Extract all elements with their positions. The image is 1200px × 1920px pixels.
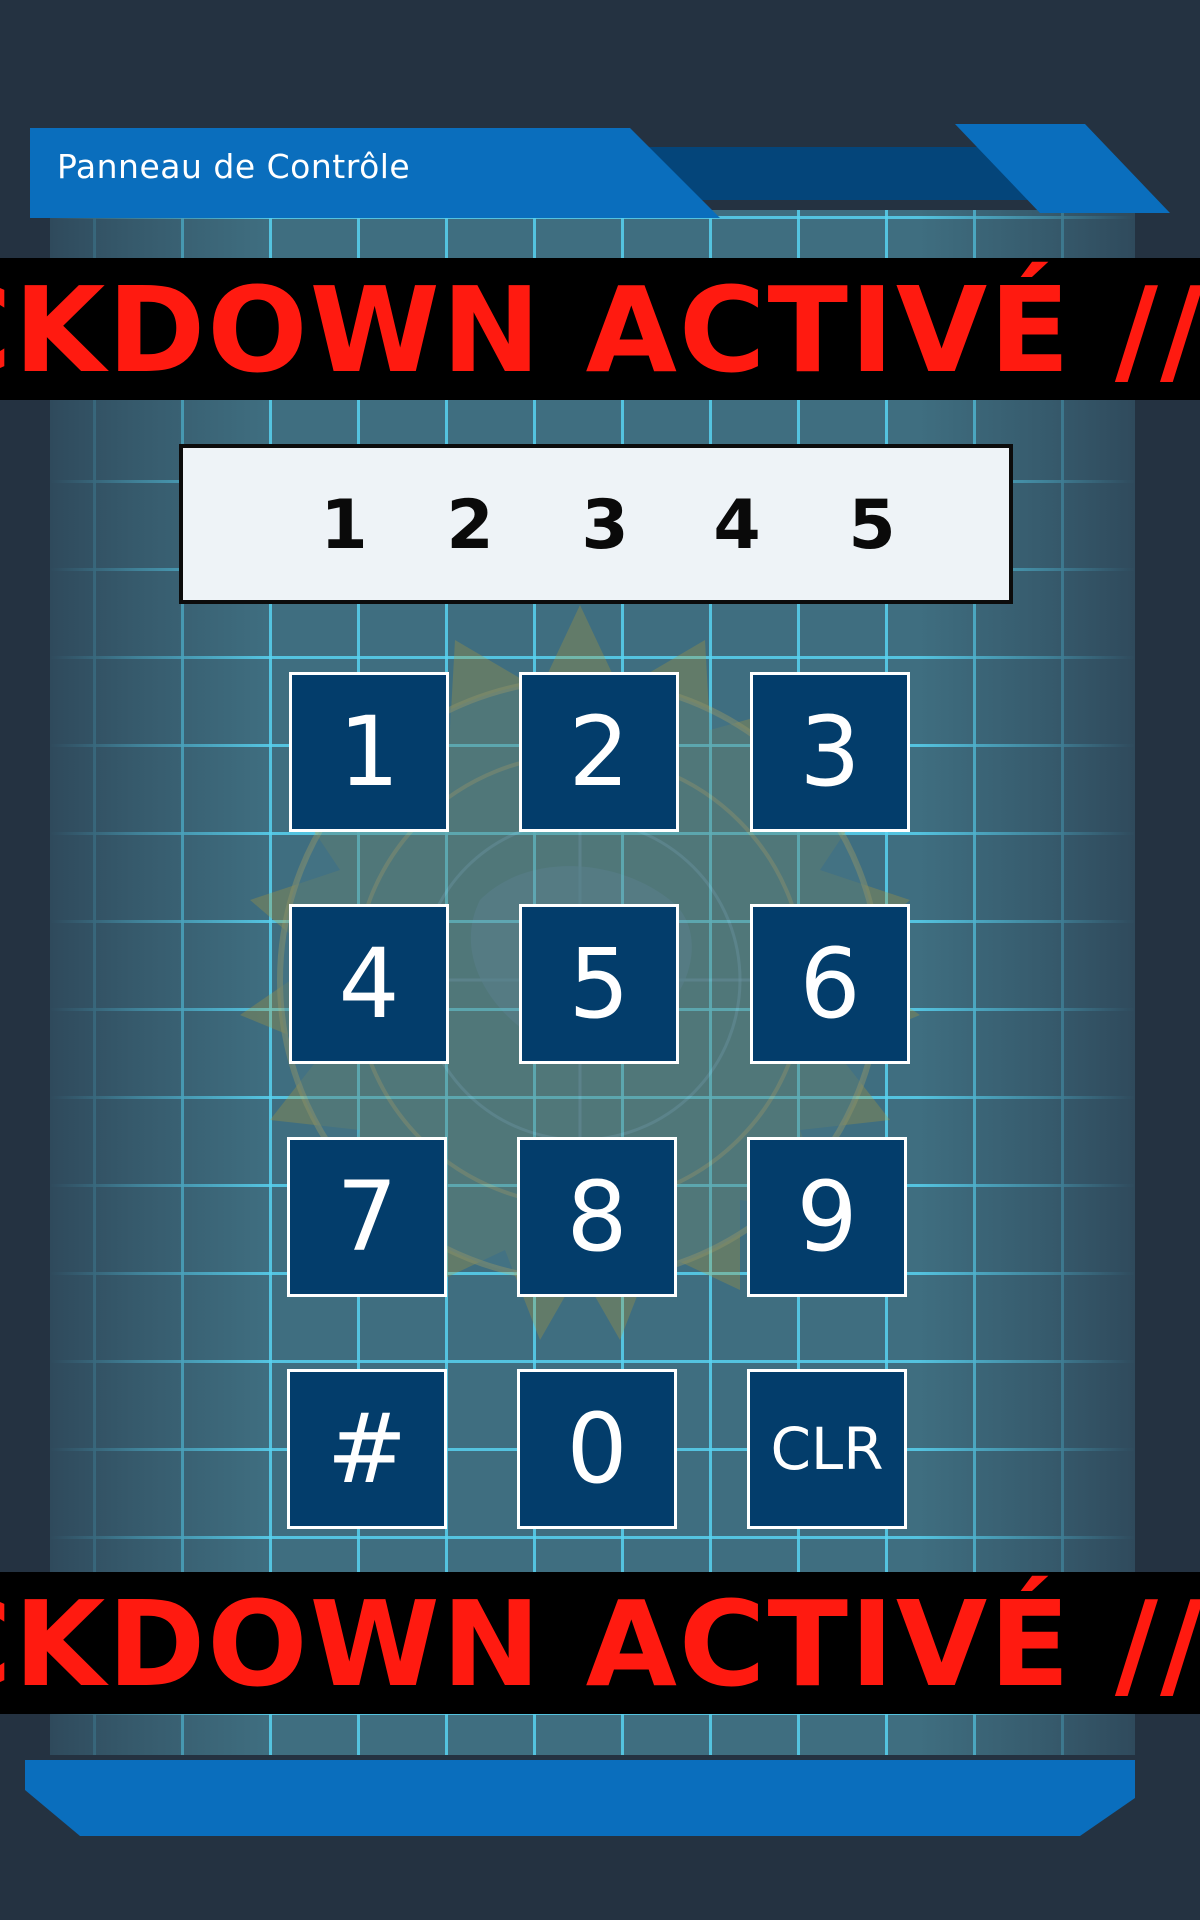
keypad-key-hash[interactable]: # <box>287 1369 447 1529</box>
lockdown-banner-top: LOCKDOWN ACTIVÉ // LOCKDOWN ACTIVÉ // <box>0 258 1200 400</box>
lockdown-banner-text: LOCKDOWN ACTIVÉ // LOCKDOWN ACTIVÉ // <box>0 261 1200 399</box>
keypad-clear-button[interactable]: CLR <box>747 1369 907 1529</box>
code-digit: 4 <box>713 486 761 565</box>
code-digit: 2 <box>446 486 494 565</box>
keypad-key-6[interactable]: 6 <box>750 904 910 1064</box>
keypad-key-5[interactable]: 5 <box>519 904 679 1064</box>
code-digit: 3 <box>581 486 629 565</box>
keypad-key-1[interactable]: 1 <box>289 672 449 832</box>
keypad-key-7[interactable]: 7 <box>287 1137 447 1297</box>
lockdown-banner-bottom: LOCKDOWN ACTIVÉ // LOCKDOWN ACTIVÉ // <box>0 1572 1200 1714</box>
lockdown-banner-text: LOCKDOWN ACTIVÉ // LOCKDOWN ACTIVÉ // <box>0 1575 1200 1713</box>
keypad-key-9[interactable]: 9 <box>747 1137 907 1297</box>
keypad-key-4[interactable]: 4 <box>289 904 449 1064</box>
keypad-key-2[interactable]: 2 <box>519 672 679 832</box>
page-title: Panneau de Contrôle <box>57 147 411 186</box>
code-digit: 5 <box>848 486 896 565</box>
keypad-key-0[interactable]: 0 <box>517 1369 677 1529</box>
code-display: 1 2 3 4 5 <box>179 444 1013 604</box>
code-digit: 1 <box>320 486 368 565</box>
header-bar <box>30 124 1170 218</box>
keypad-key-8[interactable]: 8 <box>517 1137 677 1297</box>
footer-bar <box>25 1760 1135 1836</box>
lockdown-screen: Panneau de Contrôle LOCKDOWN ACTIVÉ // L… <box>0 0 1200 1920</box>
keypad-key-3[interactable]: 3 <box>750 672 910 832</box>
